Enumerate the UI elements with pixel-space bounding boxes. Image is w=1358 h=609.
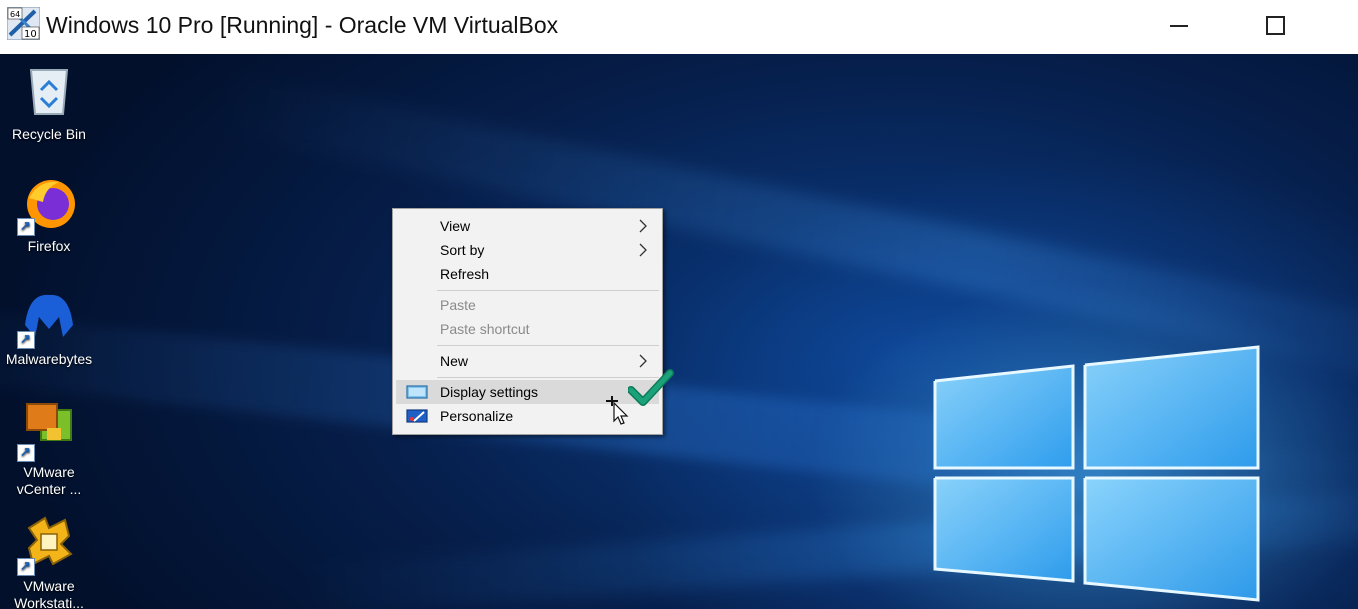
chevron-right-icon xyxy=(639,243,647,257)
menu-item-sort-by[interactable]: Sort by xyxy=(396,238,659,262)
menu-item-label: Refresh xyxy=(440,266,490,282)
desktop[interactable]: Recycle Bin Firefox Malwarebytes xyxy=(0,54,1358,609)
menu-separator xyxy=(437,345,659,346)
menu-item-label: Sort by xyxy=(440,242,485,258)
malwarebytes-icon xyxy=(17,287,79,349)
vmware-workstation-icon xyxy=(17,514,79,576)
menu-item-label: New xyxy=(440,353,469,369)
menu-item-paste: Paste xyxy=(396,293,659,317)
menu-item-label: Display settings xyxy=(440,384,539,400)
personalize-icon xyxy=(406,409,428,423)
menu-item-paste-shortcut: Paste shortcut xyxy=(396,317,659,341)
firefox-icon xyxy=(17,174,79,236)
menu-item-label: Personalize xyxy=(440,408,514,424)
minimize-button[interactable] xyxy=(1154,0,1204,54)
maximize-button[interactable] xyxy=(1250,0,1300,54)
menu-item-label: View xyxy=(440,218,471,234)
desktop-icon-firefox[interactable]: Firefox xyxy=(1,174,97,255)
desktop-icon-recycle-bin[interactable]: Recycle Bin xyxy=(1,62,97,143)
window-title: Windows 10 Pro [Running] - Oracle VM Vir… xyxy=(46,12,559,38)
desktop-icon-malwarebytes[interactable]: Malwarebytes xyxy=(1,287,97,368)
desktop-icon-label: Recycle Bin xyxy=(12,126,86,142)
checkmark-icon xyxy=(628,369,674,406)
mouse-cursor-icon xyxy=(606,396,629,425)
menu-separator xyxy=(437,377,659,378)
chevron-right-icon xyxy=(639,219,647,233)
shortcut-arrow-icon xyxy=(17,217,35,236)
desktop-icon-label: Malwarebytes xyxy=(5,351,93,367)
chevron-right-icon xyxy=(639,354,647,368)
vmware-vcenter-icon xyxy=(17,400,79,462)
menu-item-label: Paste shortcut xyxy=(440,321,530,337)
desktop-icon-label: Firefox xyxy=(27,238,71,254)
display-icon xyxy=(406,385,428,399)
window-title-bar: 64 10 Windows 10 Pro [Running] - Oracle … xyxy=(0,0,1358,54)
shortcut-arrow-icon xyxy=(17,443,35,462)
desktop-icon-label: VMware vCenter ... xyxy=(16,464,82,497)
shortcut-arrow-icon xyxy=(17,557,35,576)
recycle-bin-icon xyxy=(19,62,79,122)
shortcut-arrow-icon xyxy=(17,330,35,349)
menu-item-new[interactable]: New xyxy=(396,349,659,373)
menu-item-label: Paste xyxy=(440,297,476,313)
menu-item-view[interactable]: View xyxy=(396,214,659,238)
desktop-icon-label: VMware Workstati... xyxy=(14,578,84,609)
menu-item-refresh[interactable]: Refresh xyxy=(396,262,659,286)
svg-text:64: 64 xyxy=(10,10,20,19)
menu-separator xyxy=(437,290,659,291)
desktop-icon-vmware-vcenter[interactable]: VMware vCenter ... xyxy=(1,400,97,498)
virtualbox-icon: 64 10 xyxy=(6,6,41,41)
svg-text:10: 10 xyxy=(24,29,37,40)
desktop-icon-vmware-workstation[interactable]: VMware Workstati... xyxy=(1,514,97,609)
